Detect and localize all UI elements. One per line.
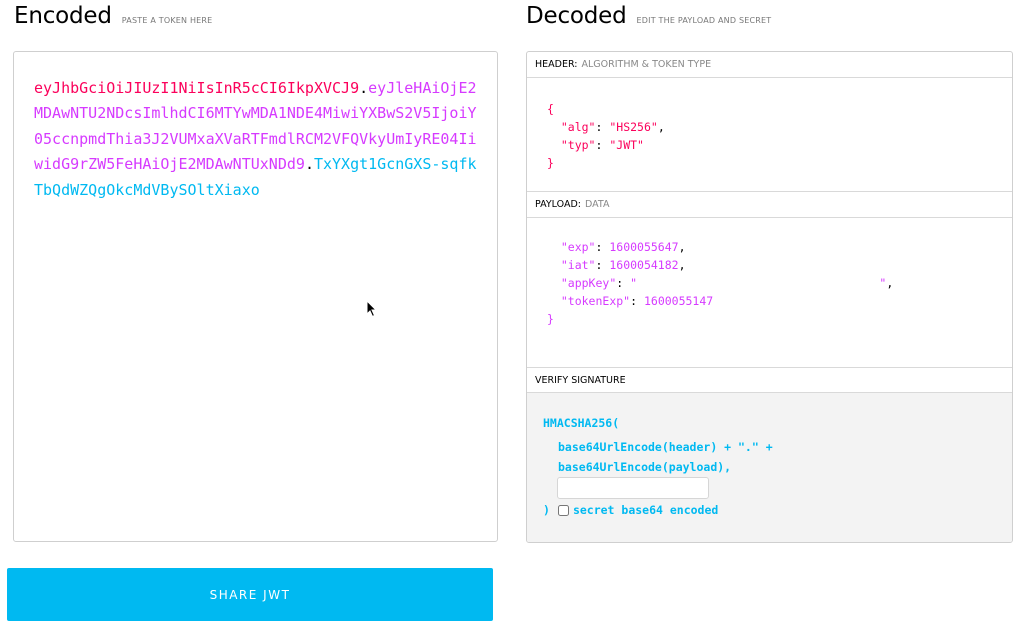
- base64-checkbox-label[interactable]: secret base64 encoded: [573, 503, 718, 517]
- tokenexp-value: 1600055147: [643, 294, 714, 308]
- verify-signature-area: HMACSHA256( base64UrlEncode(header) + ".…: [527, 393, 1012, 542]
- mouse-pointer-icon: [366, 300, 378, 318]
- payload-encode-line: base64UrlEncode(payload),: [558, 460, 732, 474]
- base64-row: ) secret base64 encoded: [543, 503, 718, 517]
- tokenexp-key: "tokenExp": [560, 294, 631, 308]
- verify-label: VERIFY SIGNATURE: [535, 374, 626, 386]
- exp-value: 1600055647: [609, 240, 679, 254]
- token-dot: .: [304, 155, 314, 174]
- appkey-value-open: ": [630, 276, 638, 290]
- secret-input[interactable]: [557, 477, 709, 499]
- token-dot: .: [359, 79, 369, 97]
- payload-section-label: PAYLOAD: DATA: [527, 192, 1012, 218]
- header-label: HEADER:: [535, 59, 578, 70]
- typ-key: "typ": [560, 138, 596, 152]
- verify-section-label: VERIFY SIGNATURE: [527, 368, 1012, 393]
- decoded-panel: HEADER: ALGORITHM & TOKEN TYPE { "alg": …: [526, 51, 1013, 543]
- header-desc: ALGORITHM & TOKEN TYPE: [581, 59, 712, 70]
- payload-desc: DATA: [584, 199, 610, 210]
- encoded-heading: Encoded PASTE A TOKEN HERE: [14, 3, 212, 29]
- iat-value: 1600054182: [609, 258, 679, 272]
- header-section-label: HEADER: ALGORITHM & TOKEN TYPE: [527, 52, 1012, 78]
- token-text[interactable]: eyJhbGciOiJIUzI1NiIsInR5cCI6IkpXVCJ9.eyJ…: [34, 76, 477, 203]
- decoded-heading: Decoded EDIT THE PAYLOAD AND SECRET: [526, 3, 771, 29]
- decoded-title: Decoded: [526, 3, 627, 29]
- alg-value: "HS256": [609, 120, 658, 134]
- encoded-title: Encoded: [14, 3, 112, 29]
- iat-key: "iat": [560, 258, 596, 272]
- base64-encoded-checkbox[interactable]: [557, 504, 569, 516]
- brace-close: }: [547, 156, 554, 170]
- appkey-key: "appKey": [560, 276, 617, 290]
- typ-value: "JWT": [609, 138, 644, 152]
- brace-close: }: [547, 312, 554, 326]
- close-paren: ): [543, 503, 550, 517]
- exp-key: "exp": [560, 240, 596, 254]
- brace-open: {: [547, 102, 554, 116]
- header-json-editor[interactable]: { "alg": "HS256", "typ": "JWT" }: [547, 100, 665, 172]
- alg-key: "alg": [560, 120, 596, 134]
- payload-json-editor[interactable]: "exp": 1600055647, "iat": 1600054182, "a…: [547, 238, 893, 328]
- payload-label: PAYLOAD:: [535, 199, 581, 210]
- encoded-subtitle: PASTE A TOKEN HERE: [121, 16, 213, 25]
- share-jwt-button[interactable]: SHARE JWT: [7, 568, 493, 621]
- hmac-function: HMACSHA256(: [543, 416, 620, 430]
- token-header-part: eyJhbGciOiJIUzI1NiIsInR5cCI6IkpXVCJ9: [34, 79, 360, 97]
- decoded-subtitle: EDIT THE PAYLOAD AND SECRET: [636, 16, 772, 25]
- encoded-token-editor[interactable]: eyJhbGciOiJIUzI1NiIsInR5cCI6IkpXVCJ9.eyJ…: [13, 51, 498, 542]
